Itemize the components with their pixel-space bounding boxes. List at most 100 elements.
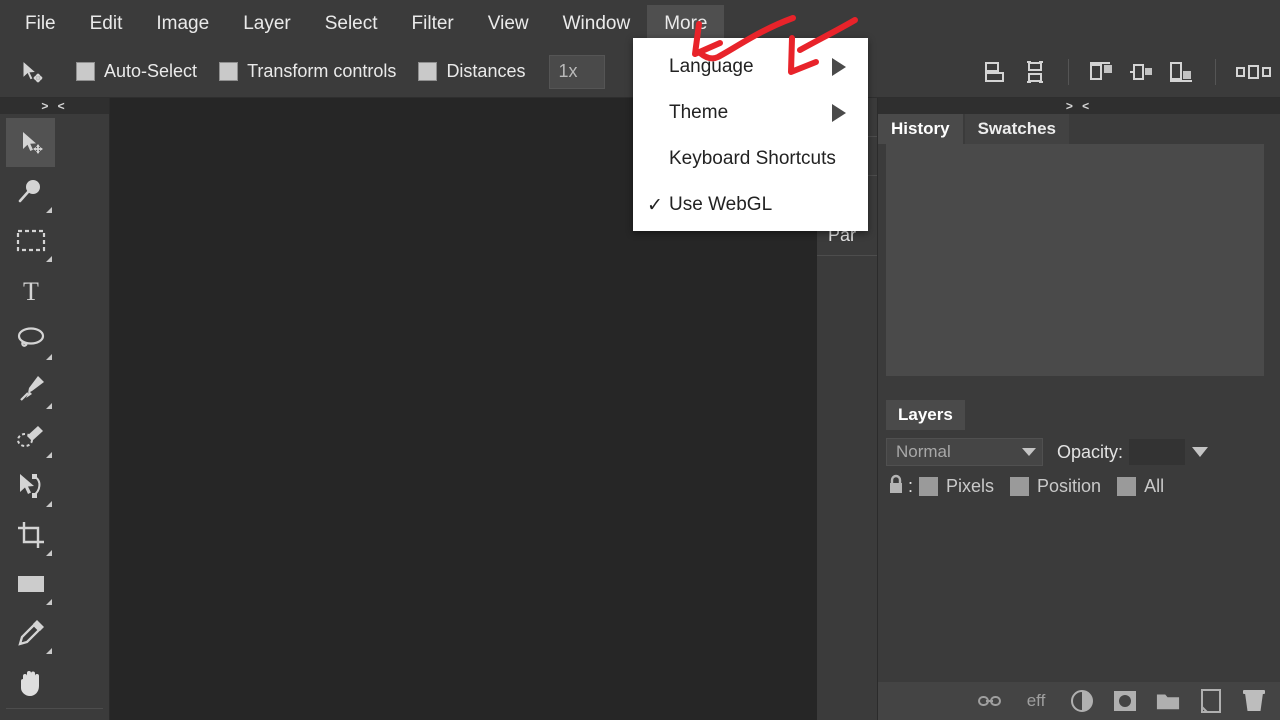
menu-item-select[interactable]: Select	[308, 5, 395, 42]
rect-marquee-icon	[16, 229, 46, 253]
lock-option-all[interactable]: All	[1117, 476, 1164, 497]
layer-effects-icon[interactable]: eff	[1021, 689, 1051, 713]
move-tool[interactable]	[6, 118, 55, 167]
toolbox-collapse-label: > <	[41, 99, 68, 113]
crop-tool-icon	[17, 521, 45, 549]
crop-tool[interactable]	[6, 510, 55, 559]
layers-panel: Layers Normal Opacity:: Pixels Position…	[878, 400, 1280, 720]
layer-mask-icon[interactable]	[1113, 689, 1137, 713]
eyedropper-tool[interactable]	[6, 608, 55, 657]
lock-option-label: Position	[1037, 476, 1102, 496]
adjustment-layer-icon[interactable]	[1070, 689, 1094, 713]
more-menu-dropdown: Language Theme Keyboard Shortcuts ✓ Use WebG…	[633, 38, 868, 231]
blend-mode-value: Normal	[896, 442, 951, 461]
layers-list[interactable]	[886, 498, 1272, 678]
lock-option-label: Pixels	[946, 476, 995, 496]
menu-option-label: Theme	[669, 102, 729, 123]
toolbox-collapse-button[interactable]: > <	[0, 98, 109, 114]
menu-item-layer[interactable]: Layer	[226, 5, 308, 42]
menu-option-label: Keyboard Shortcuts	[669, 148, 836, 169]
tool-more-corner-icon	[46, 207, 52, 213]
layer-effects-label: eff	[1026, 691, 1046, 710]
submenu-arrow-icon	[832, 58, 846, 76]
align-bottom-icon[interactable]	[1165, 55, 1199, 89]
align-top-icon[interactable]	[1085, 55, 1119, 89]
type-tool[interactable]: T	[6, 265, 55, 314]
tab-history[interactable]: History	[878, 114, 963, 144]
move-tool-icon	[8, 49, 54, 95]
align-middle-vertical-icon[interactable]	[1125, 55, 1159, 89]
delete-layer-icon[interactable]	[1242, 689, 1266, 713]
checkbox-box[interactable]	[418, 62, 438, 81]
pen-tool-icon	[16, 373, 46, 403]
checkbox-box[interactable]	[76, 62, 95, 81]
menu-item-window[interactable]: Window	[546, 5, 648, 42]
lock-row: : Pixels Position All	[886, 473, 1272, 500]
lock-checkbox[interactable]	[1117, 477, 1137, 496]
opacity-chevron-down-icon[interactable]	[1192, 447, 1209, 457]
tab-swatches[interactable]: Swatches	[964, 114, 1070, 144]
tool-more-corner-icon	[46, 501, 52, 507]
lock-checkbox[interactable]	[919, 477, 939, 496]
right-dock: BruChaPar > < HistorySwatches Layers Nor…	[817, 98, 1280, 720]
layers-footer-toolbar: eff	[878, 682, 1280, 720]
lock-colon-label: :	[908, 476, 914, 496]
history-panel-body[interactable]	[886, 144, 1264, 376]
move-tool-icon	[16, 128, 46, 158]
menu-item-image[interactable]: Image	[139, 5, 226, 42]
new-group-icon[interactable]	[1156, 689, 1180, 713]
opacity-input[interactable]	[1129, 439, 1186, 465]
menu-item-file[interactable]: File	[8, 5, 73, 42]
rectangle-shape-icon	[16, 573, 46, 595]
menu-item-more[interactable]: More	[647, 4, 725, 42]
menu-item-edit[interactable]: Edit	[73, 5, 140, 42]
new-layer-icon[interactable]	[1199, 689, 1223, 713]
lock-option-position[interactable]: Position	[1010, 476, 1101, 497]
toolbar-divider-2	[1215, 58, 1216, 85]
checkbox-label: Distances	[446, 61, 526, 81]
link-layers-icon[interactable]	[978, 689, 1002, 713]
menu-item-filter[interactable]: Filter	[395, 5, 471, 42]
path-select-tool[interactable]	[6, 461, 55, 510]
menu-item-view[interactable]: View	[471, 5, 546, 42]
checkbox-label: Transform controls	[247, 61, 397, 81]
lock-icon	[886, 473, 906, 500]
tab-layers-label: Layers	[898, 405, 953, 424]
option-checkbox-transform-controls[interactable]: Transform controls	[219, 61, 396, 82]
photo-editor-window: File Edit Image Layer Select Filter View Window…	[0, 0, 1280, 720]
lasso-tool[interactable]	[6, 314, 55, 363]
menu-option-theme[interactable]: Theme	[633, 90, 868, 136]
option-checkbox-auto-select[interactable]: Auto-Select	[76, 61, 197, 82]
healing-brush-tool[interactable]	[6, 711, 55, 720]
tab-layers[interactable]: Layers	[886, 400, 965, 430]
checkbox-box[interactable]	[219, 62, 239, 81]
lock-checkbox[interactable]	[1010, 477, 1030, 496]
blend-mode-select[interactable]: Normal	[886, 438, 1043, 466]
menu-option-language[interactable]: Language	[633, 44, 868, 90]
lock-option-pixels[interactable]: Pixels	[919, 476, 994, 497]
lock-option-label: All	[1144, 476, 1165, 496]
menu-option-label: Use WebGL	[669, 194, 773, 215]
menu-option-use-webgl[interactable]: ✓ Use WebGL	[633, 182, 868, 228]
menu-option-keyboard-shortcuts[interactable]: Keyboard Shortcuts	[633, 136, 868, 182]
svg-text:T: T	[23, 277, 39, 304]
shape-tool[interactable]	[6, 559, 55, 608]
hand-tool[interactable]	[6, 657, 55, 706]
history-swatches-tabrow: History Swatches	[878, 114, 1280, 144]
pen-tool[interactable]	[6, 363, 55, 412]
tool-more-corner-icon	[46, 403, 52, 409]
quick-select-icon	[16, 422, 46, 452]
option-checkbox-distances[interactable]: Distances	[418, 61, 525, 82]
distribute-horizontal-icon[interactable]	[1232, 55, 1276, 89]
quick-select-tool[interactable]	[6, 412, 55, 461]
align-left-icon[interactable]	[978, 55, 1012, 89]
dock-collapse-button[interactable]: > <	[878, 98, 1280, 114]
lasso-tool-icon	[16, 326, 46, 352]
magnifier-blob-tool[interactable]	[6, 167, 55, 216]
tool-more-corner-icon	[46, 354, 52, 360]
rect-marquee-tool[interactable]	[6, 216, 55, 265]
align-center-horizontal-icon[interactable]	[1018, 55, 1052, 89]
zoom-level-field[interactable]: 1x	[549, 54, 606, 89]
chevron-down-icon	[1022, 448, 1036, 456]
dock-collapse-label: > <	[1065, 99, 1093, 113]
